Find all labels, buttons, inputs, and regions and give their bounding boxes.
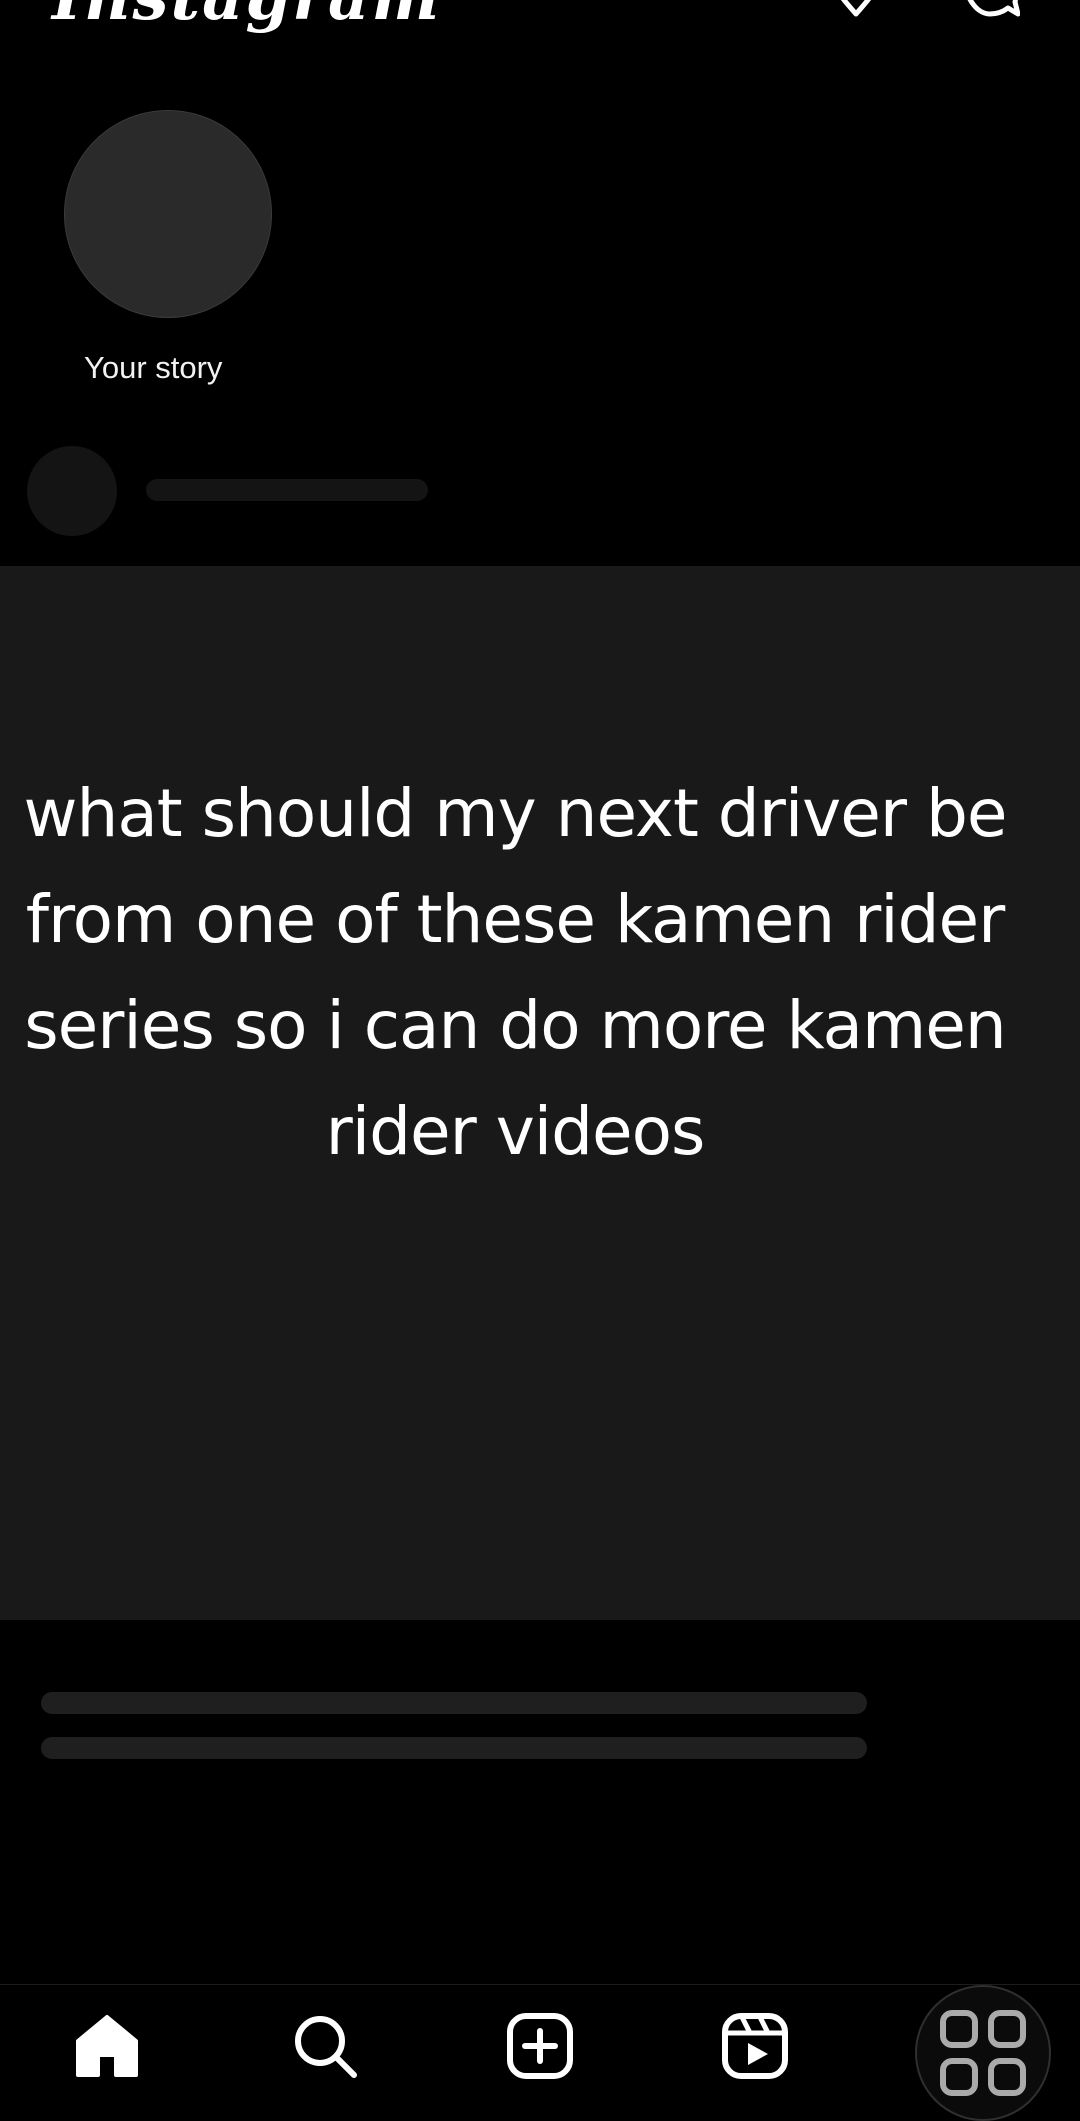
home-icon[interactable] <box>72 2011 142 2081</box>
your-story-avatar[interactable] <box>64 110 272 318</box>
post-media[interactable]: what should my next driver be from one o… <box>0 566 1080 1620</box>
bottom-nav <box>0 1984 1080 2121</box>
instagram-logo[interactable]: Instagram <box>52 0 441 35</box>
heart-icon[interactable] <box>826 0 886 20</box>
your-story-label: Your story <box>84 350 223 385</box>
create-icon[interactable] <box>505 2011 575 2081</box>
post-media-text: what should my next driver be from one o… <box>23 775 1008 1170</box>
top-bar: Instagram <box>0 0 1080 60</box>
reels-icon[interactable] <box>720 2011 790 2081</box>
your-story[interactable]: Your story <box>64 110 272 385</box>
post-author-avatar-placeholder <box>27 446 117 536</box>
caption-placeholder-line <box>41 1692 867 1714</box>
post-author-name-placeholder <box>146 479 428 501</box>
apps-grid-button[interactable] <box>915 1985 1051 2121</box>
search-icon[interactable] <box>290 2011 360 2081</box>
apps-grid-icon <box>940 2010 1026 2096</box>
caption-placeholder-line <box>41 1737 867 1759</box>
messenger-icon[interactable] <box>960 0 1020 20</box>
